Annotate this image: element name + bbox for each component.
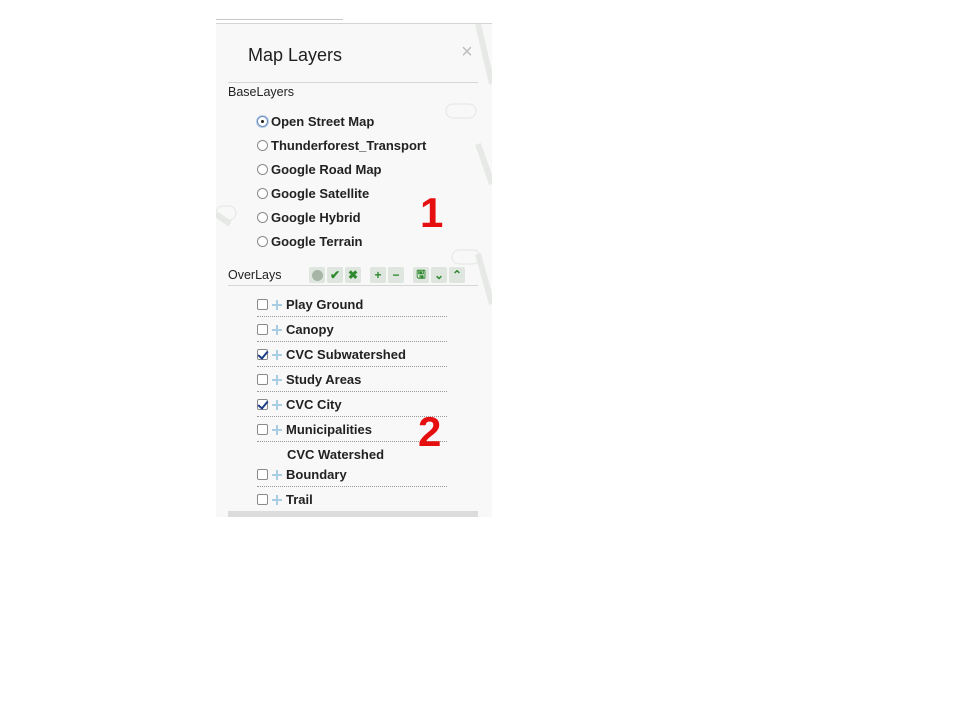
close-icon[interactable]: × bbox=[459, 42, 475, 62]
baselayer-option-label: Google Satellite bbox=[271, 185, 370, 201]
overlay-checkbox[interactable] bbox=[257, 299, 268, 310]
overlay-checkbox[interactable] bbox=[257, 469, 268, 480]
minus-icon[interactable]: − bbox=[388, 267, 404, 283]
expand-icon[interactable] bbox=[272, 424, 282, 435]
annotation-number-1: 1 bbox=[420, 189, 444, 236]
overlay-item-label: CVC Subwatershed bbox=[286, 347, 406, 362]
expand-icon[interactable] bbox=[272, 324, 282, 335]
save-icon[interactable]: 🖫 bbox=[413, 267, 429, 283]
globe-icon-shape bbox=[311, 269, 323, 281]
radio-button[interactable] bbox=[257, 235, 268, 247]
expand-icon[interactable] bbox=[272, 299, 282, 310]
baselayer-option-label: Thunderforest_Transport bbox=[271, 137, 427, 153]
check-icon[interactable]: ✔ bbox=[327, 267, 343, 283]
radio-button[interactable] bbox=[257, 163, 268, 175]
overlay-checkbox[interactable] bbox=[257, 424, 268, 435]
overlay-checkbox[interactable] bbox=[257, 374, 268, 385]
overlay-checkbox[interactable] bbox=[257, 494, 268, 505]
overlay-item-canopy: Canopy bbox=[257, 317, 447, 342]
baselayer-option-open-street-map[interactable]: Open Street Map bbox=[257, 111, 374, 131]
horizontal-scrollbar[interactable] bbox=[228, 511, 478, 517]
panel-title: Map Layers bbox=[248, 45, 343, 65]
overlays-label: OverLays bbox=[228, 268, 282, 282]
overlay-item-study-areas: Study Areas bbox=[257, 367, 447, 392]
overlay-checkbox[interactable] bbox=[257, 349, 268, 360]
baselayer-option-google-hybrid[interactable]: Google Hybrid bbox=[257, 207, 361, 227]
overlay-item-label: Municipalities bbox=[286, 422, 372, 437]
overlay-item-label-line1: CVC Watershed bbox=[287, 447, 385, 462]
expand-icon[interactable] bbox=[272, 469, 282, 480]
overlay-item-label: Trail bbox=[286, 492, 313, 507]
overlays-toolbar: ✔ ✖ + − 🖫 ⌄ ⌃ bbox=[309, 267, 467, 283]
baselayer-option-google-satellite[interactable]: Google Satellite bbox=[257, 183, 369, 203]
x-icon[interactable]: ✖ bbox=[345, 267, 361, 283]
overlay-item-label: Canopy bbox=[286, 322, 334, 337]
radio-button[interactable] bbox=[257, 211, 268, 223]
overlay-item-label: CVC City bbox=[286, 397, 342, 412]
header-divider bbox=[228, 82, 478, 83]
overlays-divider bbox=[228, 285, 478, 286]
baselayer-option-thunderforest-transport[interactable]: Thunderforest_Transport bbox=[257, 135, 426, 155]
overlay-item-cvc-subwatershed: CVC Subwatershed bbox=[257, 342, 447, 367]
baselayer-option-label: Google Hybrid bbox=[271, 209, 361, 225]
chevron-up-icon[interactable]: ⌃ bbox=[449, 267, 465, 283]
overlay-checkbox[interactable] bbox=[257, 399, 268, 410]
radio-button[interactable] bbox=[257, 115, 268, 127]
chevron-down-icon[interactable]: ⌄ bbox=[431, 267, 447, 283]
radio-button[interactable] bbox=[257, 187, 268, 199]
overlay-item-trail: Trail bbox=[257, 487, 447, 511]
expand-icon[interactable] bbox=[272, 374, 282, 385]
panel-header: Map Layers × bbox=[216, 24, 478, 81]
overlay-item-label: Play Ground bbox=[286, 297, 364, 312]
expand-icon[interactable] bbox=[272, 399, 282, 410]
baselayers-label: BaseLayers bbox=[228, 85, 295, 99]
baselayer-option-label: Google Terrain bbox=[271, 233, 363, 249]
overlay-item-play-ground: Play Ground bbox=[257, 292, 447, 317]
top-divider bbox=[216, 19, 343, 20]
expand-icon[interactable] bbox=[272, 494, 282, 505]
annotation-number-2: 2 bbox=[418, 408, 442, 455]
overlay-checkbox[interactable] bbox=[257, 324, 268, 335]
overlay-item-label: Study Areas bbox=[286, 372, 362, 387]
baselayer-option-google-road-map[interactable]: Google Road Map bbox=[257, 159, 382, 179]
map-layers-panel: Map Layers × BaseLayers Open Street Map … bbox=[216, 23, 492, 517]
plus-icon[interactable]: + bbox=[370, 267, 386, 283]
screenshot-stage: Map Layers × BaseLayers Open Street Map … bbox=[0, 0, 960, 720]
baselayer-option-google-terrain[interactable]: Google Terrain bbox=[257, 231, 363, 251]
radio-button[interactable] bbox=[257, 139, 268, 151]
overlay-item-label: Boundary bbox=[286, 467, 347, 482]
baselayer-option-label: Google Road Map bbox=[271, 161, 382, 177]
expand-icon[interactable] bbox=[272, 349, 282, 360]
globe-icon[interactable] bbox=[309, 267, 325, 283]
baselayer-option-label: Open Street Map bbox=[271, 113, 375, 129]
